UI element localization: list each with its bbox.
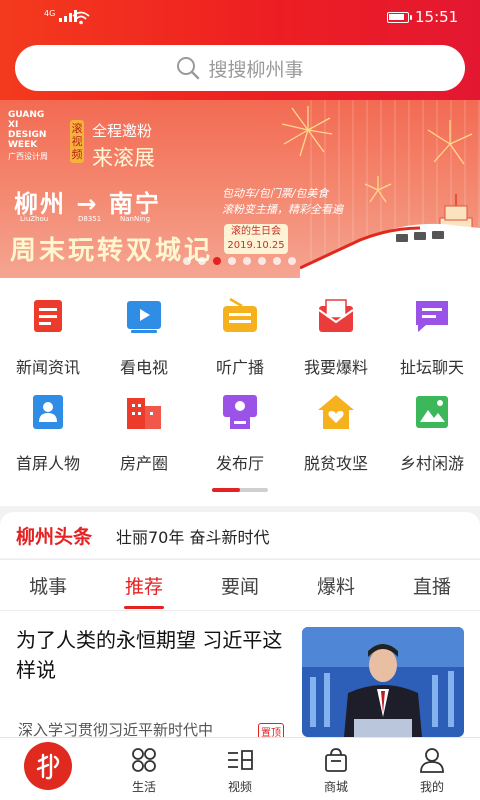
route-from: LiuZhou	[20, 215, 49, 223]
headline-bar[interactable]: 柳州头条 壮丽70年 奋斗新时代	[0, 512, 480, 558]
article-title: 为了人类的永恒期望 习近平这样说	[16, 628, 283, 682]
grid-item-label: 乡村闲游	[399, 454, 464, 473]
house-heart-icon	[318, 395, 354, 429]
search-placeholder: 搜搜柳州事	[208, 58, 304, 81]
carousel-dot[interactable]	[243, 257, 251, 265]
wifi-icon	[72, 11, 90, 25]
banner-side1: 包动车/包门票/包美食	[222, 187, 329, 200]
battery-icon	[387, 12, 412, 23]
network-type: 4G	[44, 9, 56, 18]
home-logo-icon[interactable]	[24, 742, 72, 790]
tab-3[interactable]: 要闻	[192, 572, 288, 599]
banner-side2: 滚粉变主播，精彩全看遍	[222, 203, 343, 216]
status-bar: 4G 15:51	[0, 0, 480, 36]
nav-video[interactable]: 视频	[192, 746, 288, 795]
grid-item-9[interactable]: 脱贫攻坚	[288, 392, 384, 474]
category-tabs: 城事 推荐 要闻 爆料 直播	[0, 559, 480, 611]
grid-item-8[interactable]: 发布厅	[192, 392, 288, 474]
grid-item-5[interactable]: 扯坛聊天	[384, 296, 480, 378]
clock: 15:51	[415, 8, 459, 26]
birthday-badge: 滚的生日会 2019.10.25	[224, 224, 288, 254]
tab-2[interactable]: 推荐	[96, 572, 192, 609]
tab-5[interactable]: 直播	[384, 572, 480, 599]
feature-grid: 新闻资讯 看电视 听广播 我要爆料 扯坛聊天首屏人物 房产圈 发布厅 脱贫攻坚 乡村闲游	[0, 278, 480, 506]
user-icon	[420, 748, 444, 773]
grid-pager	[212, 488, 268, 492]
podium-icon	[223, 395, 257, 429]
news-icon	[34, 300, 62, 332]
carousel-dot[interactable]	[228, 257, 236, 265]
grid-item-label: 新闻资讯	[15, 358, 80, 377]
tv-icon	[127, 301, 161, 333]
video-list-icon	[228, 750, 253, 770]
carousel-dot[interactable]	[273, 257, 281, 265]
nav-life[interactable]: 生活	[96, 746, 192, 795]
headline-brand: 柳州头条	[16, 526, 93, 548]
map-icon	[416, 396, 448, 428]
grid-item-1[interactable]: 新闻资讯	[0, 296, 96, 378]
grid-item-2[interactable]: 看电视	[96, 296, 192, 378]
carousel-dot[interactable]	[213, 257, 221, 265]
carousel-dots	[183, 257, 296, 265]
person-card-icon	[33, 395, 63, 429]
grid-item-label: 扯坛聊天	[399, 358, 464, 377]
grid-item-label: 我要爆料	[303, 358, 368, 377]
nav-mine[interactable]: 我的	[384, 746, 480, 795]
grid-item-label: 脱贫攻坚	[303, 454, 368, 473]
grid-item-label: 发布厅	[215, 454, 264, 473]
banner-route: 柳州 → 南宁	[14, 190, 161, 218]
tab-1[interactable]: 城事	[0, 572, 96, 599]
search-icon	[177, 57, 200, 80]
chat-icon	[416, 301, 448, 332]
carousel-dot[interactable]	[288, 257, 296, 265]
video-badge: 滚视频	[70, 120, 84, 163]
design-week-logo: GUANG XI DESIGN WEEK 广西设计周	[8, 110, 48, 161]
radio-icon	[223, 297, 257, 332]
tab-4[interactable]: 爆料	[288, 572, 384, 599]
carousel-dot[interactable]	[198, 257, 206, 265]
grid-item-10[interactable]: 乡村闲游	[384, 392, 480, 474]
grid-item-3[interactable]: 听广播	[192, 296, 288, 378]
nav-shop[interactable]: 商城	[288, 746, 384, 795]
shopping-bag-icon	[325, 748, 347, 772]
grid-item-label: 听广播	[215, 358, 264, 377]
building-icon	[127, 398, 161, 429]
grid-item-4[interactable]: 我要爆料	[288, 296, 384, 378]
route-train: D8351	[78, 215, 102, 223]
carousel-dot[interactable]	[183, 257, 191, 265]
apps-icon	[132, 748, 156, 772]
article-photo	[302, 627, 464, 737]
grid-item-7[interactable]: 房产圈	[96, 392, 192, 474]
promo-banner[interactable]: GUANG XI DESIGN WEEK 广西设计周 滚视频 全程邀粉 来滚展 …	[0, 100, 480, 278]
mail-icon	[318, 299, 354, 332]
grid-item-label: 看电视	[119, 358, 168, 377]
headline-text: 壮丽70年 奋斗新时代	[116, 528, 270, 547]
grid-item-label: 首屏人物	[15, 454, 80, 473]
carousel-dot[interactable]	[258, 257, 266, 265]
grid-item-label: 房产圈	[119, 454, 168, 473]
search-input[interactable]: 搜搜柳州事	[15, 45, 465, 91]
banner-line1: 全程邀粉	[92, 122, 153, 140]
bottom-nav: 生活 视频 商城 我的	[0, 737, 480, 800]
route-to: NanNing	[120, 215, 151, 223]
banner-line2: 来滚展	[92, 146, 155, 170]
article-card[interactable]: 为了人类的永恒期望 习近平这样说 深入学习贯彻习近平新时代中 置顶	[0, 611, 480, 740]
grid-item-6[interactable]: 首屏人物	[0, 392, 96, 474]
